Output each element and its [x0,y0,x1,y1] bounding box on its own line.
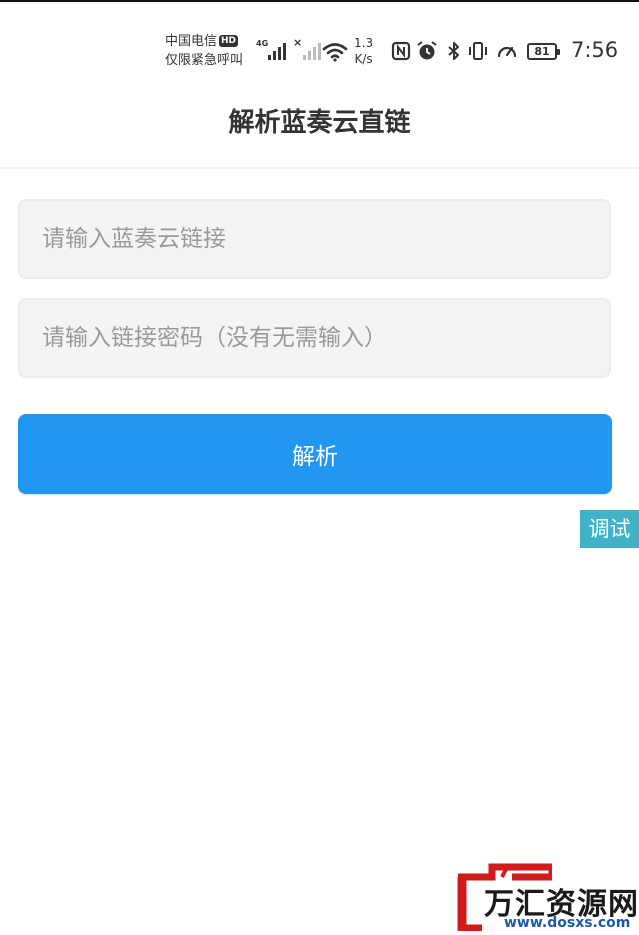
network-type-label: 4G [256,39,269,48]
bluetooth-icon [448,42,459,60]
status-bar: 中国电信 HD 仅限紧急呼叫 4G × 1.3 K/s 81 7:56 [0,2,639,78]
nfc-icon [391,41,411,61]
no-service-mark: × [293,36,303,49]
hd-badge: HD [219,35,239,47]
vibrate-icon [469,42,487,60]
carrier-status: 仅限紧急呼叫 [165,53,244,68]
lanzou-link-input[interactable] [18,199,611,279]
speedometer-icon [497,46,517,58]
link-password-input[interactable] [18,298,611,378]
app-screen: 中国电信 HD 仅限紧急呼叫 4G × 1.3 K/s 81 7:56 解析蓝奏… [0,0,639,933]
watermark-url: www.dosxs.com [504,915,631,931]
network-speed-unit: K/s [354,52,373,66]
alarm-icon [417,41,437,60]
parse-button[interactable]: 解析 [18,414,612,494]
site-watermark: 万汇资源网 www.dosxs.com [450,857,639,935]
network-speed: 1.3 K/s [354,35,373,67]
carrier-info: 中国电信 HD 仅限紧急呼叫 [165,32,243,70]
no-signal-icon: × [293,36,321,60]
signal-strength-icon: 4G [256,39,286,60]
status-time: 7:56 [571,38,619,62]
network-speed-value: 1.3 [354,36,374,50]
page-title: 解析蓝奏云直链 [228,108,411,138]
battery-icon: 81 [527,43,560,60]
debug-button[interactable]: 调试 [580,510,639,548]
carrier-name: 中国电信 [165,34,218,49]
wifi-icon [322,43,348,62]
header-divider [0,167,639,169]
